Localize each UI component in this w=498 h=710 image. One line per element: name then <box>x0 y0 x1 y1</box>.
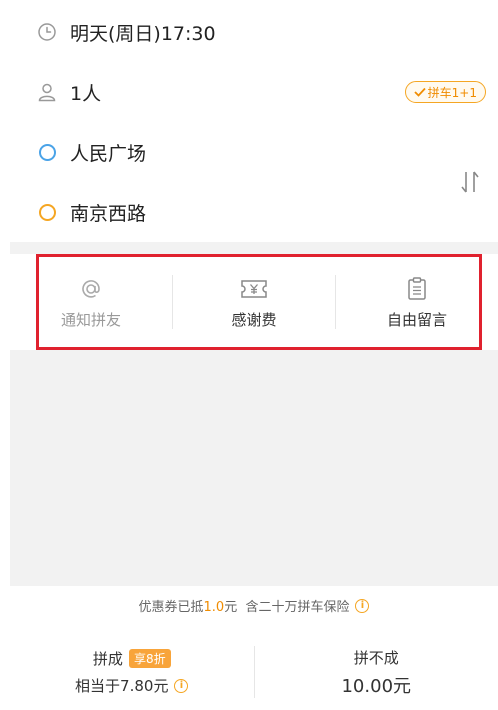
destination-name: 南京西路 <box>70 202 147 225</box>
fail-price: 10.00元 <box>341 675 412 697</box>
thank-fee-label: 感谢费 <box>231 310 277 329</box>
thank-fee-button[interactable]: 感谢费 <box>173 254 335 350</box>
destination-dot-icon <box>36 201 58 223</box>
info-icon[interactable]: i <box>174 678 189 693</box>
origin-dot-icon <box>36 141 58 163</box>
section-divider <box>10 242 498 254</box>
message-area <box>10 350 498 586</box>
free-message-button[interactable]: 自由留言 <box>336 254 498 350</box>
coupon-suffix: 元 含二十万拼车保险 <box>224 600 350 615</box>
coupon-prefix: 优惠券已抵 <box>138 600 204 615</box>
notify-partner-label: 通知拼友 <box>60 310 121 329</box>
at-icon <box>79 275 103 303</box>
clipboard-icon <box>407 275 427 303</box>
action-bar: 通知拼友 感谢费 自由留言 <box>10 254 498 350</box>
price-panel: 拼成 享8折 相当于7.80元 i 拼不成 10.00元 <box>10 642 498 702</box>
swap-icon[interactable] <box>460 168 480 196</box>
origin-row[interactable]: 人民广场 <box>10 132 498 172</box>
carpool-success-option[interactable]: 拼成 享8折 相当于7.80元 i <box>10 642 254 702</box>
success-title: 拼成 <box>92 650 123 668</box>
departure-time: 明天(周日)17:30 <box>70 22 216 45</box>
time-row[interactable]: 明天(周日)17:30 <box>10 12 498 52</box>
destination-row[interactable]: 南京西路 <box>10 192 498 232</box>
passenger-count: 1人 <box>70 82 102 105</box>
notify-partner-button[interactable]: 通知拼友 <box>10 254 172 350</box>
clock-icon <box>36 21 58 43</box>
success-price: 相当于7.80元 <box>75 677 169 695</box>
trip-card: 明天(周日)17:30 1人 拼车1+1 人民广场 南京西路 <box>10 0 498 242</box>
coupon-amount: 1.0 <box>203 600 225 615</box>
coupon-info[interactable]: 优惠券已抵1.0元 含二十万拼车保险 i <box>10 596 498 615</box>
carpool-fail-option[interactable]: 拼不成 10.00元 <box>255 642 498 702</box>
info-icon[interactable]: i <box>355 598 370 613</box>
fail-title: 拼不成 <box>353 648 399 667</box>
carpool-tag-label: 拼车1+1 <box>427 85 477 100</box>
free-message-label: 自由留言 <box>386 310 447 329</box>
origin-name: 人民广场 <box>70 142 147 165</box>
discount-badge: 享8折 <box>128 649 171 668</box>
carpool-tag[interactable]: 拼车1+1 <box>404 81 486 103</box>
yen-ticket-icon <box>240 275 268 303</box>
check-icon <box>414 87 426 97</box>
person-icon <box>36 81 58 103</box>
